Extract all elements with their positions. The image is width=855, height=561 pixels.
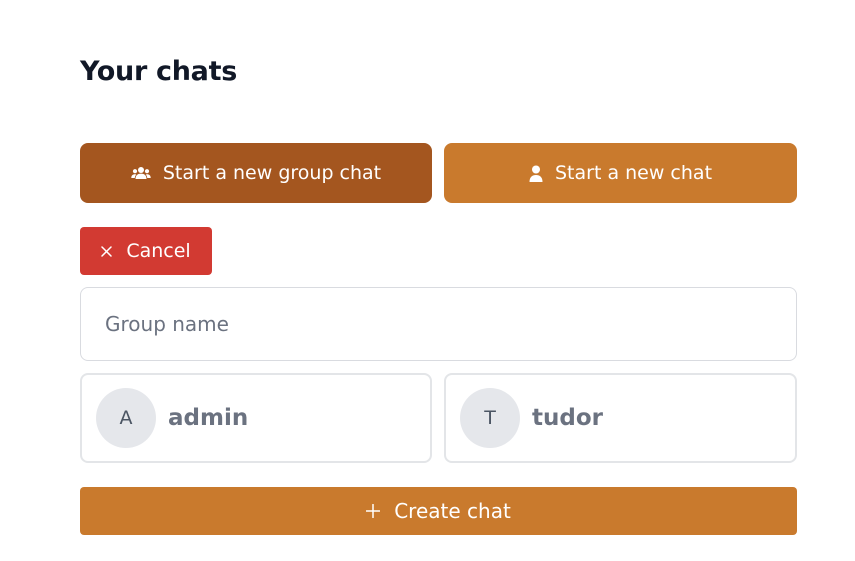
start-group-chat-button[interactable]: Start a new group chat [80, 143, 432, 203]
cancel-label: Cancel [126, 240, 191, 262]
close-icon [101, 240, 113, 262]
chat-panel: Your chats Start a new group chat Start … [0, 0, 855, 561]
plus-icon [365, 499, 381, 523]
create-chat-button[interactable]: Create chat [80, 487, 797, 535]
create-chat-label: Create chat [394, 499, 511, 523]
start-chat-label: Start a new chat [554, 162, 713, 184]
avatar: A [96, 388, 156, 448]
user-name: admin [168, 405, 249, 431]
avatar: T [460, 388, 520, 448]
user-name: tudor [532, 405, 603, 431]
start-group-chat-label: Start a new group chat [162, 162, 382, 184]
user-icon [529, 165, 543, 182]
start-chat-button[interactable]: Start a new chat [444, 143, 797, 203]
user-card-tudor[interactable]: T tudor [444, 373, 797, 463]
cancel-button[interactable]: Cancel [80, 227, 212, 275]
group-name-input[interactable] [80, 287, 797, 361]
user-card-admin[interactable]: A admin [80, 373, 432, 463]
page-title: Your chats [80, 56, 237, 87]
users-icon [131, 165, 151, 181]
